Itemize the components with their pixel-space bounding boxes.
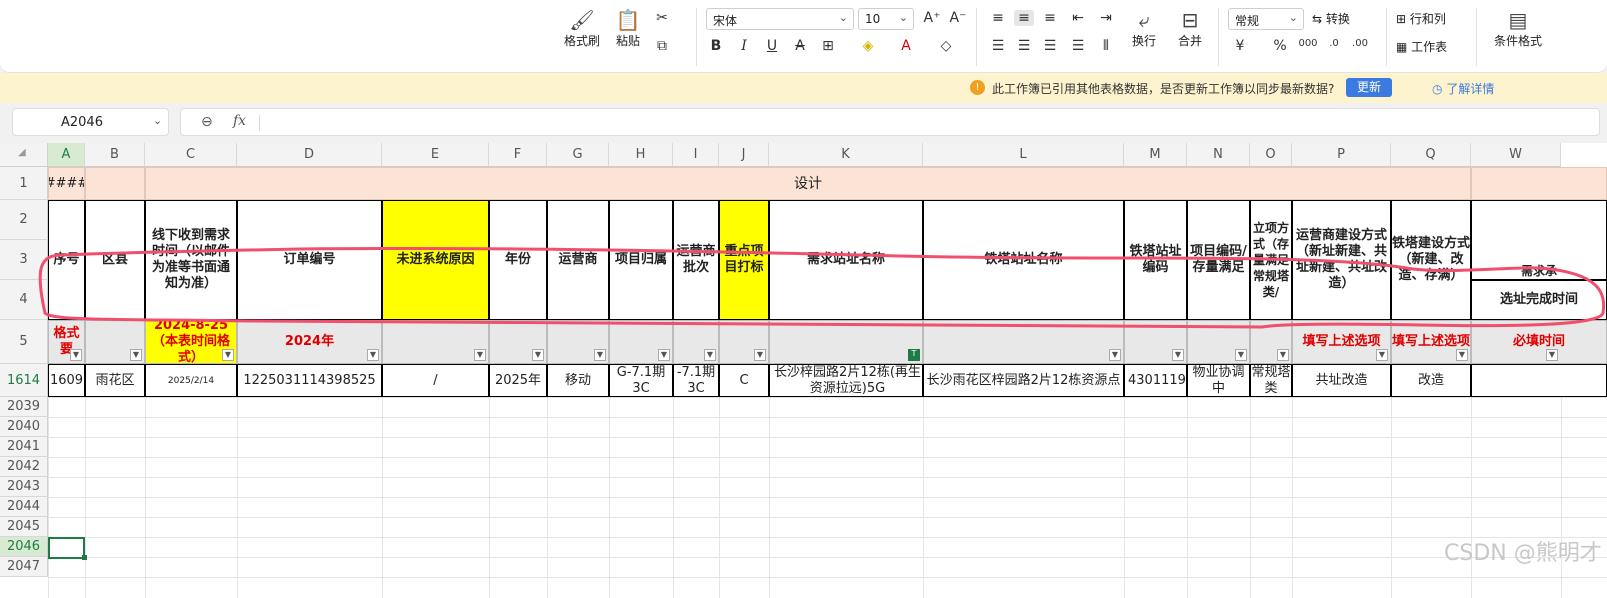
wrap-button[interactable]: ⤶ 换行 [1124, 8, 1164, 49]
clipboard-icon: 📋 [615, 8, 641, 32]
wrap-label: 换行 [1131, 34, 1156, 48]
thousands-icon[interactable]: 000 [1298, 38, 1318, 49]
spreadsheet-grid: ◢ ABCDEFGHIJKLMNOPQW 1 2 3 4 5 1614 2039 2040 20… [0, 143, 1607, 598]
underline-icon[interactable]: U [762, 38, 782, 54]
name-box-value: A2046 [61, 115, 103, 130]
font-size-value: 10 [865, 12, 881, 26]
wrap-text-icon: ⤶ [1138, 8, 1150, 32]
convert-button[interactable]: ⇆ 转换 [1312, 10, 1372, 27]
conditional-format-icon: ▤ [1508, 8, 1528, 32]
zoom-icon[interactable]: ⊖ [201, 114, 213, 130]
italic-icon[interactable]: I [734, 38, 754, 54]
name-box[interactable]: A2046 ⌄ [12, 108, 169, 136]
paste-button[interactable]: 📋 粘贴 [608, 8, 648, 49]
convert-icon: ⇆ [1312, 12, 1323, 26]
learn-more-link[interactable]: ◷ 了解详情 [1432, 80, 1494, 97]
ribbon-divider [1476, 8, 1477, 66]
currency-icon[interactable]: ¥ [1230, 38, 1250, 54]
align-right-icon[interactable]: ☰ [1040, 38, 1060, 54]
play-icon: ◷ [1432, 82, 1443, 96]
rows-cols-icon: ⊞ [1396, 12, 1407, 26]
ribbon-divider [1386, 8, 1387, 66]
convert-label: 转换 [1325, 12, 1350, 26]
brush-icon: 🖌 [569, 8, 595, 32]
decrease-decimal-icon[interactable]: .00 [1350, 38, 1370, 49]
ribbon-divider [696, 8, 697, 66]
format-painter-button[interactable]: 🖌 格式刷 [562, 8, 602, 49]
increase-font-icon[interactable]: A⁺ [922, 10, 942, 26]
worksheet-label: 工作表 [1411, 40, 1448, 54]
number-format-select[interactable]: 常规 ⌄ [1228, 8, 1304, 30]
chevron-down-icon: ⌄ [838, 11, 848, 24]
font-name-select[interactable]: 宋体 ⌄ [706, 8, 854, 30]
font-color-icon[interactable]: A [896, 38, 916, 54]
ribbon-divider [976, 8, 977, 66]
align-left-icon[interactable]: ☰ [988, 38, 1008, 54]
notice-message: 此工作簿已引用其他表格数据，是否更新工作簿以同步最新数据? [992, 82, 1335, 96]
chevron-down-icon: ⌄ [1288, 11, 1298, 24]
red-annotation-loop [38, 246, 1606, 329]
chevron-down-icon: ⌄ [153, 114, 163, 127]
decrease-indent-icon[interactable]: ⇤ [1068, 10, 1088, 26]
formula-input[interactable]: ⊖ fx [180, 108, 1600, 136]
rows-cols-label: 行和列 [1409, 12, 1446, 26]
justify-icon[interactable]: ☰ [1068, 38, 1088, 54]
merge-label: 合并 [1177, 34, 1202, 48]
clear-format-icon[interactable]: ◇ [936, 38, 956, 54]
bold-icon[interactable]: B [706, 38, 726, 54]
format-painter-label: 格式刷 [563, 34, 600, 48]
chevron-down-icon: ⌄ [898, 11, 908, 24]
strikethrough-icon[interactable]: A [790, 38, 810, 54]
update-button[interactable]: 更新 [1346, 78, 1392, 97]
watermark: CSDN @熊明才 [1444, 541, 1602, 566]
ribbon: 🖌 格式刷 📋 粘贴 ✂ ⧉ 宋体 ⌄ 10 ⌄ A⁺ A⁻ B I U A ⊞… [0, 0, 1607, 73]
annotation-overlay [38, 246, 1606, 329]
merge-cells-icon: ⊟ [1181, 8, 1199, 32]
border-icon[interactable]: ⊞ [818, 38, 838, 54]
align-middle-icon[interactable]: ≡ [1014, 10, 1034, 26]
align-center-icon[interactable]: ☰ [1014, 38, 1034, 54]
font-size-select[interactable]: 10 ⌄ [858, 8, 914, 30]
conditional-format-label: 条件格式 [1493, 34, 1542, 48]
formula-divider [259, 115, 260, 131]
copy-icon[interactable]: ⧉ [652, 38, 672, 54]
worksheet-icon: ▦ [1396, 40, 1408, 54]
decrease-font-icon[interactable]: A⁻ [948, 10, 968, 26]
paste-label: 粘贴 [615, 34, 640, 48]
conditional-format-button[interactable]: ▤ 条件格式 [1486, 8, 1550, 49]
merge-button[interactable]: ⊟ 合并 [1168, 8, 1212, 49]
fx-icon[interactable]: fx [233, 113, 246, 129]
learn-more-label: 了解详情 [1446, 82, 1495, 96]
ribbon-divider [1218, 8, 1219, 66]
align-top-icon[interactable]: ≡ [988, 10, 1008, 26]
worksheet-button[interactable]: ▦ 工作表 [1396, 38, 1466, 55]
cut-icon[interactable]: ✂ [652, 10, 672, 26]
warning-icon: ! [970, 80, 985, 95]
number-format-value: 常规 [1235, 14, 1260, 28]
increase-indent-icon[interactable]: ⇥ [1096, 10, 1116, 26]
update-notice-bar: ! 此工作簿已引用其他表格数据，是否更新工作簿以同步最新数据? 更新 ◷ 了解详… [0, 73, 1607, 103]
fill-color-icon[interactable]: ◈ [858, 38, 878, 54]
align-bottom-icon[interactable]: ≡ [1040, 10, 1060, 26]
font-name-value: 宋体 [713, 14, 738, 28]
percent-icon[interactable]: % [1270, 38, 1290, 54]
distribute-icon[interactable]: ⫴ [1096, 38, 1116, 54]
formula-bar: A2046 ⌄ ⊖ fx [0, 103, 1607, 143]
rows-cols-button[interactable]: ⊞ 行和列 [1396, 10, 1466, 27]
increase-decimal-icon[interactable]: .0 [1324, 38, 1344, 49]
